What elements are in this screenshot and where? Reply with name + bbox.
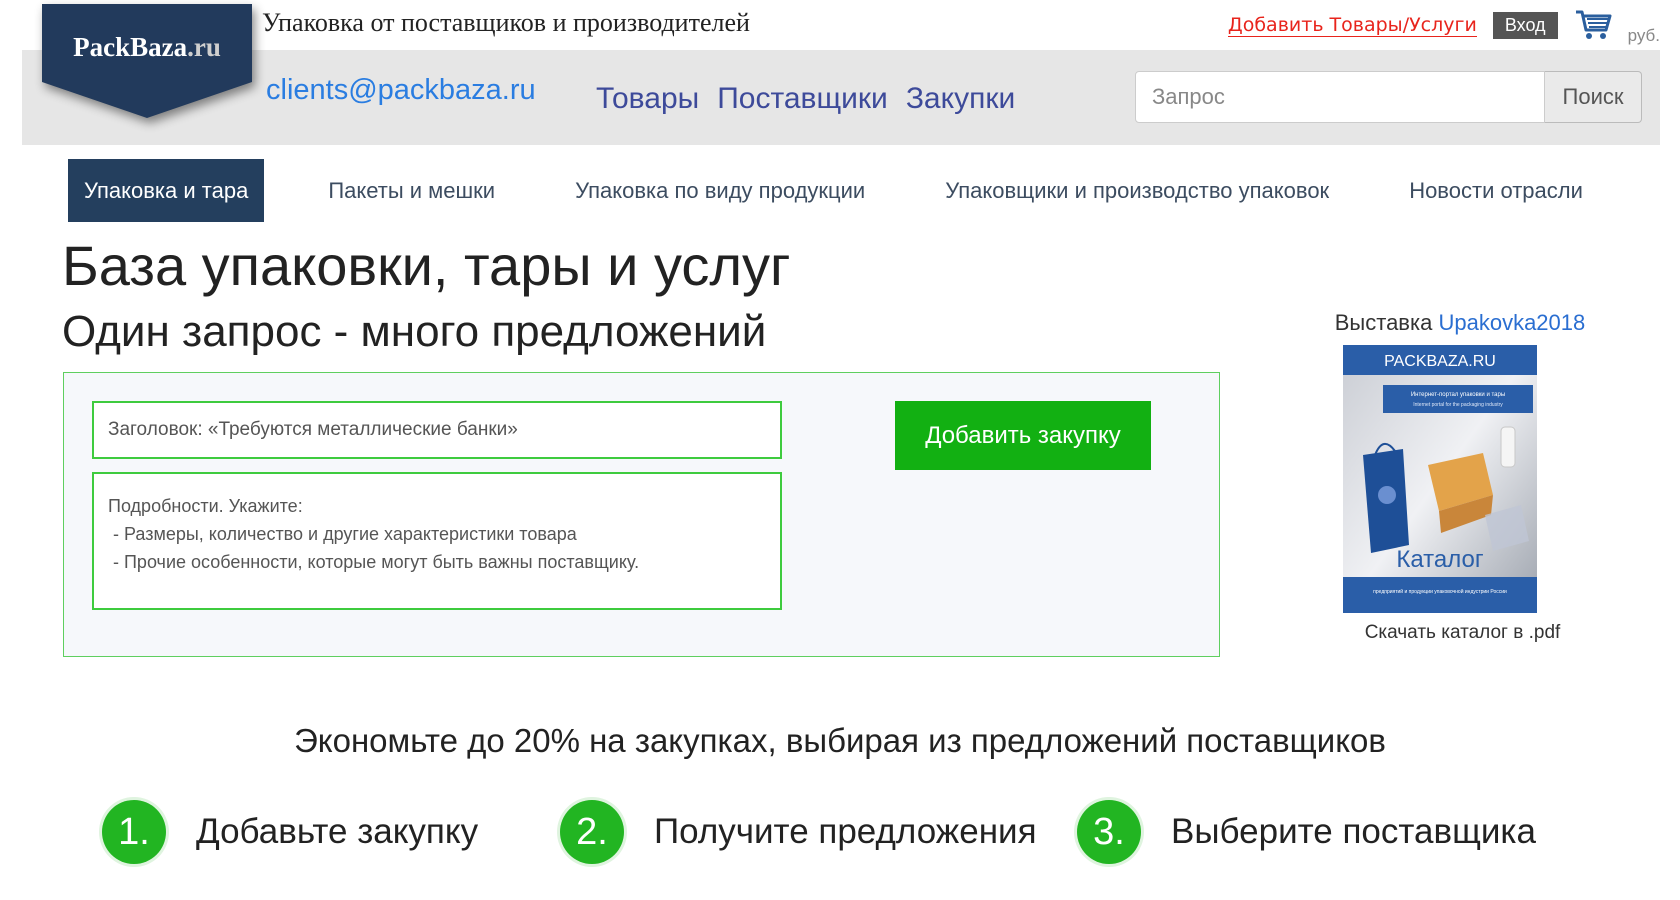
cart-icon[interactable] [1574, 8, 1612, 46]
expo-link[interactable]: Upakovka2018 [1438, 310, 1585, 335]
category-by-product[interactable]: Упаковка по виду продукции [559, 159, 881, 222]
details-line-1: Подробности. Укажите: [108, 496, 303, 516]
purchase-title-placeholder: Заголовок: «Требуются металлические банк… [108, 419, 518, 440]
nav-goods[interactable]: Товары [596, 82, 699, 116]
nav-purchases[interactable]: Закупки [906, 82, 1015, 116]
page-title: База упаковки, тары и услуг [62, 234, 791, 297]
catalog-footer: предприятий и продукции упаковочной инду… [1373, 588, 1507, 595]
details-line-2: - Размеры, количество и другие характери… [108, 524, 577, 544]
search-bar: Поиск [1135, 71, 1642, 123]
logo-text-main: PackBaza [73, 32, 188, 62]
step-label: Выберите поставщика [1171, 812, 1536, 851]
details-line-3: - Прочие особенности, которые могут быть… [108, 552, 640, 572]
step-2: 2. Получите предложения [560, 800, 1037, 864]
site-tagline: Упаковка от поставщиков и производителей [262, 8, 750, 37]
logo-text-suffix: .ru [187, 32, 221, 62]
expo-block: Выставка Upakovka2018 [1310, 310, 1610, 336]
login-button[interactable]: Вход [1492, 12, 1558, 39]
contact-email[interactable]: clients@packbaza.ru [266, 74, 536, 107]
add-goods-link[interactable]: Добавить Товары/Услуги [1227, 14, 1477, 37]
add-purchase-button[interactable]: Добавить закупку [895, 401, 1151, 470]
catalog-cover-image[interactable]: PACKBAZA.RU Интернет-портал упаковки и т… [1343, 345, 1537, 613]
catalog-subtitle-en: Internet portal for the packaging indust… [1413, 402, 1503, 408]
catalog-title: Каталог [1396, 546, 1483, 573]
category-packers[interactable]: Упаковщики и производство упаковок [929, 159, 1345, 222]
step-1: 1. Добавьте закупку [102, 800, 478, 864]
purchase-details-textarea[interactable]: Подробности. Укажите: - Размеры, количес… [92, 472, 782, 610]
step-3: 3. Выберите поставщика [1077, 800, 1536, 864]
step-number: 1. [102, 800, 166, 864]
step-label: Получите предложения [654, 812, 1037, 851]
category-nav: Упаковка и тара Пакеты и мешки Упаковка … [68, 159, 1599, 222]
expo-prefix: Выставка [1334, 310, 1433, 335]
catalog-subtitle: Интернет-портал упаковки и тары [1411, 392, 1505, 398]
category-packaging[interactable]: Упаковка и тара [68, 159, 265, 222]
step-number: 3. [1077, 800, 1141, 864]
category-bags[interactable]: Пакеты и мешки [312, 159, 511, 222]
page-subtitle: Один запрос - много предложений [62, 307, 767, 356]
step-number: 2. [560, 800, 624, 864]
purchase-request-form: Заголовок: «Требуются металлические банк… [63, 372, 1220, 657]
main-nav: Товары Поставщики Закупки [596, 82, 1015, 116]
top-right-bar: Добавить Товары/Услуги Вход руб. [1227, 8, 1660, 46]
category-news[interactable]: Новости отрасли [1393, 159, 1599, 222]
nav-suppliers[interactable]: Поставщики [717, 82, 888, 116]
step-label: Добавьте закупку [196, 812, 479, 851]
site-logo[interactable]: PackBaza.ru [42, 4, 252, 118]
purchase-title-input[interactable]: Заголовок: «Требуются металлические банк… [92, 401, 782, 459]
currency-label[interactable]: руб. [1628, 26, 1660, 46]
catalog-download-link[interactable]: Скачать каталог в .pdf [1310, 622, 1615, 644]
search-button[interactable]: Поиск [1545, 71, 1642, 123]
catalog-brand: PACKBAZA.RU [1384, 353, 1496, 370]
search-input[interactable] [1135, 71, 1545, 123]
savings-text: Экономьте до 20% на закупках, выбирая из… [294, 722, 1386, 759]
